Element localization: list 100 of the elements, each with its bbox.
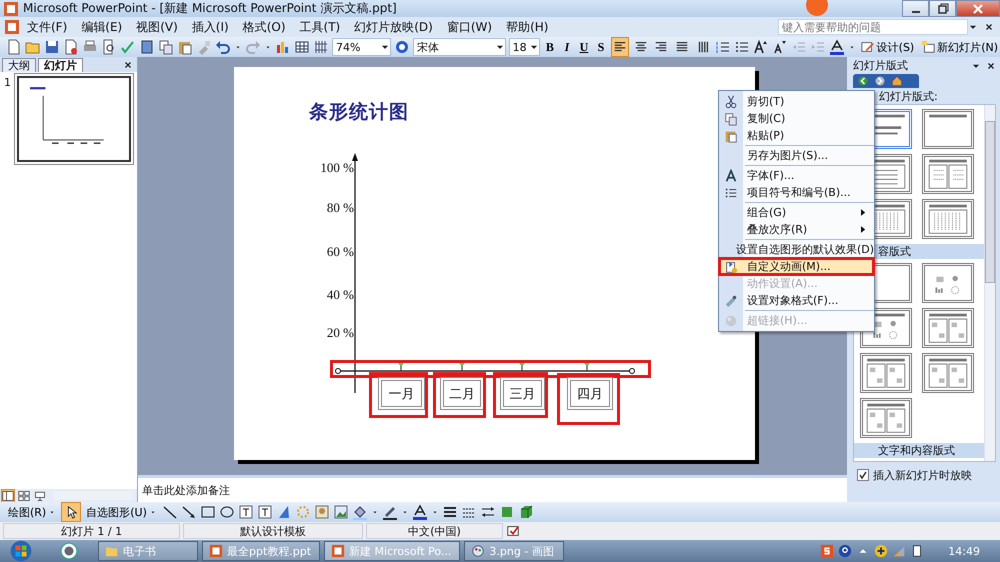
menu-item[interactable]: 文件(F): [20, 18, 74, 36]
document-icon[interactable]: [4, 19, 20, 35]
menu-item[interactable]: 复制(C): [719, 110, 874, 127]
start-button[interactable]: [10, 540, 32, 562]
vertical-text-box-icon[interactable]: [256, 504, 273, 520]
table-icon[interactable]: [294, 39, 310, 55]
close-button[interactable]: [956, 0, 1000, 17]
design-button[interactable]: 设计(S): [858, 40, 916, 54]
paste-icon[interactable]: [177, 39, 193, 55]
menu-item[interactable]: 帮助(H): [499, 18, 556, 36]
align-right-icon[interactable]: [654, 40, 668, 54]
home-icon[interactable]: [891, 75, 903, 87]
menu-item[interactable]: 窗口(W): [440, 18, 500, 36]
grid-icon[interactable]: [313, 39, 329, 55]
font-size-dropdown[interactable]: 18: [508, 38, 540, 56]
menu-item[interactable]: 设置对象格式(F)...: [719, 292, 874, 309]
close-icon[interactable]: [986, 60, 996, 70]
justify-icon[interactable]: [675, 40, 690, 54]
layout-thumbnail[interactable]: [922, 109, 974, 149]
shrink-font-icon[interactable]: [772, 39, 788, 55]
restore-button[interactable]: [929, 0, 956, 17]
help-search-field[interactable]: 键入需要帮助的问题: [778, 19, 968, 35]
app-icon[interactable]: [60, 542, 78, 560]
align-left-button[interactable]: [610, 37, 629, 57]
fill-color-icon[interactable]: [352, 504, 368, 520]
align-center-icon[interactable]: [634, 40, 648, 54]
menu-item[interactable]: 设置自选图形的默认效果(D): [719, 241, 874, 258]
menu-item[interactable]: 叠放次序(R): [719, 221, 874, 238]
menu-item[interactable]: 组合(G): [719, 204, 874, 221]
format-button[interactable]: U: [576, 39, 591, 55]
grow-font-icon[interactable]: [752, 39, 769, 55]
format-button[interactable]: I: [560, 39, 574, 55]
paint-icon[interactable]: [471, 544, 486, 558]
menu-item[interactable]: 字体(F)...: [719, 167, 874, 184]
arrow-icon[interactable]: [180, 504, 197, 520]
numbered-list-icon[interactable]: [714, 39, 731, 55]
panel-tab[interactable]: 幻灯片: [38, 58, 83, 72]
menu-item[interactable]: 另存为图片(S)...: [719, 147, 874, 164]
menu-item[interactable]: 剪切(T): [719, 93, 874, 110]
copy-icon[interactable]: [158, 39, 174, 55]
month-label[interactable]: 三月: [500, 377, 545, 410]
layout-thumbnail[interactable]: [922, 353, 974, 393]
scrollbar[interactable]: [984, 105, 995, 461]
bullet-list-icon[interactable]: [734, 39, 750, 55]
close-icon[interactable]: [984, 22, 994, 32]
undo-icon[interactable]: [215, 39, 231, 55]
menu-item[interactable]: 插入(I): [184, 18, 236, 36]
menu-item[interactable]: 项目符号和编号(B)...: [719, 184, 874, 201]
menu-item[interactable]: 工具(T): [292, 18, 348, 36]
menu-item[interactable]: 视图(V): [129, 18, 185, 36]
line-icon[interactable]: [162, 504, 178, 520]
menu-item[interactable]: 自定义动画(M)...: [719, 258, 874, 275]
menu-item[interactable]: 编辑(E): [74, 18, 130, 36]
notes-text[interactable]: 单击此处添加备注: [142, 484, 230, 497]
layout-thumbnail[interactable]: [922, 199, 974, 239]
layout-thumbnail[interactable]: [922, 263, 974, 303]
clip-art-icon[interactable]: [314, 504, 330, 520]
month-label[interactable]: 四月: [567, 377, 613, 410]
format-button[interactable]: B: [542, 39, 557, 55]
new-document-icon[interactable]: [6, 39, 22, 55]
rectangle-icon[interactable]: [200, 504, 216, 520]
new-slide-icon[interactable]: [921, 40, 936, 54]
spell-check-icon[interactable]: [506, 524, 520, 538]
document-permission-icon[interactable]: [63, 39, 79, 55]
slide-thumbnail[interactable]: [17, 76, 131, 162]
zoom-dropdown[interactable]: 74%: [332, 38, 392, 56]
month-label[interactable]: 二月: [440, 377, 484, 410]
save-icon[interactable]: [44, 39, 60, 55]
new-slide-button[interactable]: 新幻灯片(N): [919, 40, 1000, 54]
arrow-style-icon[interactable]: [480, 504, 496, 520]
close-icon[interactable]: [123, 60, 133, 70]
format-button[interactable]: S: [594, 39, 608, 55]
panel-tab[interactable]: 大纲: [2, 58, 36, 72]
month-label[interactable]: 一月: [378, 377, 425, 410]
menu-item[interactable]: 幻灯片放映(D): [347, 18, 440, 36]
minimize-button[interactable]: [902, 0, 929, 17]
layout-thumbnail[interactable]: [922, 308, 974, 348]
layout-thumbnail[interactable]: [860, 398, 912, 438]
input-method-icon[interactable]: [820, 544, 834, 558]
pencil-page-icon[interactable]: [860, 40, 875, 54]
picture-icon[interactable]: [332, 504, 349, 520]
document-icon[interactable]: [331, 544, 346, 558]
bar-chart-icon[interactable]: [275, 39, 291, 55]
menu-item[interactable]: 格式(O): [236, 18, 293, 36]
document-icon[interactable]: [209, 544, 223, 558]
layout-thumbnail[interactable]: [860, 353, 912, 393]
forward-icon[interactable]: [874, 75, 886, 87]
draw-menu-button[interactable]: 绘图(R): [6, 504, 58, 520]
back-icon[interactable]: [857, 75, 869, 87]
align-left-icon[interactable]: [612, 40, 627, 54]
menu-item[interactable]: 粘贴(P): [719, 127, 874, 144]
line-color-icon[interactable]: [382, 504, 398, 520]
layout-thumbnail[interactable]: [922, 154, 974, 194]
oval-icon[interactable]: [218, 504, 235, 520]
text-box-icon[interactable]: [238, 504, 254, 520]
font-dropdown[interactable]: 宋体: [413, 38, 506, 56]
font-color-icon[interactable]: [412, 504, 428, 520]
autoshapes-button[interactable]: 自选图形(U): [84, 504, 159, 520]
font-color-icon[interactable]: [828, 39, 845, 55]
line-style-icon[interactable]: [442, 504, 458, 520]
